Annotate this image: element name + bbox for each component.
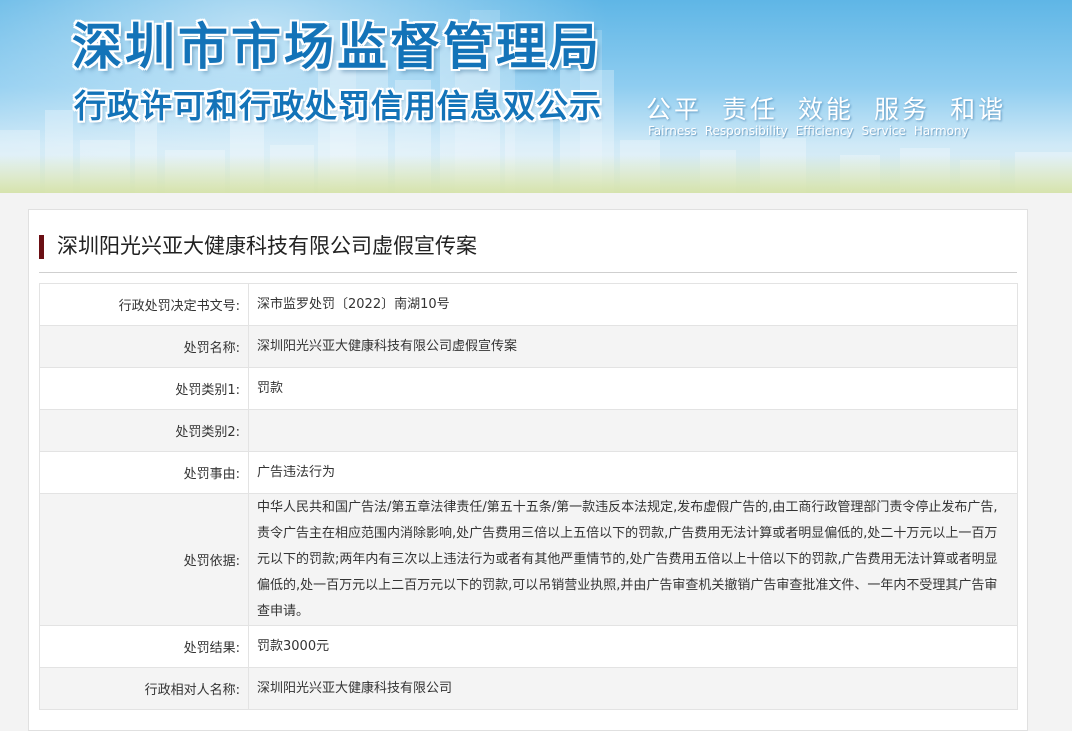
row-label-penalty-name: 处罚名称: — [39, 325, 249, 368]
motto-en-item: Efficiency — [795, 124, 854, 138]
case-title-header: 深圳阳光兴亚大健康科技有限公司虚假宣传案 — [39, 234, 1017, 273]
motto-en-item: Service — [861, 124, 906, 138]
row-value-decision-number: 深市监罗处罚〔2022〕南湖10号 — [248, 283, 1018, 326]
motto-cn-item: 效能 — [798, 95, 855, 124]
header-banner: 深圳市市场监督管理局 行政许可和行政处罚信用信息双公示 公平 责任 效能 服务 和谐 F… — [0, 0, 1072, 193]
row-value-counterparty-name: 深圳阳光兴亚大健康科技有限公司 — [248, 667, 1018, 710]
row-value-penalty-result: 罚款3000元 — [248, 625, 1018, 668]
banner-subtitle: 行政许可和行政处罚信用信息双公示 — [74, 87, 603, 125]
table-row: 处罚类别2: — [39, 409, 1018, 452]
motto-chinese: 公平 责任 效能 服务 和谐 — [646, 90, 1026, 126]
row-label-decision-number: 行政处罚决定书文号: — [39, 283, 249, 326]
table-row: 行政相对人名称: 深圳阳光兴亚大健康科技有限公司 — [39, 667, 1018, 710]
case-info-table: 行政处罚决定书文号: 深市监罗处罚〔2022〕南湖10号 处罚名称: 深圳阳光兴… — [39, 283, 1018, 710]
motto-cn-item: 服务 — [874, 95, 931, 124]
row-label-penalty-category-2: 处罚类别2: — [39, 409, 249, 452]
motto-cn-item: 和谐 — [950, 95, 1007, 124]
row-value-penalty-reason: 广告违法行为 — [248, 451, 1018, 494]
row-label-penalty-result: 处罚结果: — [39, 625, 249, 668]
motto-en-item: Responsibility — [704, 124, 788, 138]
table-row: 处罚类别1: 罚款 — [39, 367, 1018, 410]
case-title: 深圳阳光兴亚大健康科技有限公司虚假宣传案 — [57, 234, 477, 258]
row-value-penalty-category-2 — [248, 409, 1018, 452]
motto-cn-item: 公平 — [646, 95, 703, 124]
row-value-penalty-category-1: 罚款 — [248, 367, 1018, 410]
table-row: 处罚依据: 中华人民共和国广告法/第五章法律责任/第五十五条/第一款违反本法规定… — [39, 493, 1018, 626]
table-row: 处罚事由: 广告违法行为 — [39, 451, 1018, 494]
banner-ground — [0, 155, 1072, 193]
table-row: 行政处罚决定书文号: 深市监罗处罚〔2022〕南湖10号 — [39, 283, 1018, 326]
row-label-penalty-basis: 处罚依据: — [39, 493, 249, 626]
row-value-penalty-basis: 中华人民共和国广告法/第五章法律责任/第五十五条/第一款违反本法规定,发布虚假广… — [248, 493, 1018, 626]
motto-en-item: Harmony — [913, 124, 969, 138]
motto-cn-item: 责任 — [722, 95, 779, 124]
case-detail-card: 深圳阳光兴亚大健康科技有限公司虚假宣传案 行政处罚决定书文号: 深市监罗处罚〔2… — [28, 209, 1028, 731]
title-accent-bar — [39, 235, 44, 259]
banner-title: 深圳市市场监督管理局 — [72, 18, 602, 76]
motto-english: Fairness Responsibility Efficiency Service H… — [648, 124, 977, 138]
motto-en-item: Fairness — [648, 124, 697, 138]
row-label-counterparty-name: 行政相对人名称: — [39, 667, 249, 710]
row-value-penalty-name: 深圳阳光兴亚大健康科技有限公司虚假宣传案 — [248, 325, 1018, 368]
table-row: 处罚结果: 罚款3000元 — [39, 625, 1018, 668]
row-label-penalty-category-1: 处罚类别1: — [39, 367, 249, 410]
table-row: 处罚名称: 深圳阳光兴亚大健康科技有限公司虚假宣传案 — [39, 325, 1018, 368]
row-label-penalty-reason: 处罚事由: — [39, 451, 249, 494]
